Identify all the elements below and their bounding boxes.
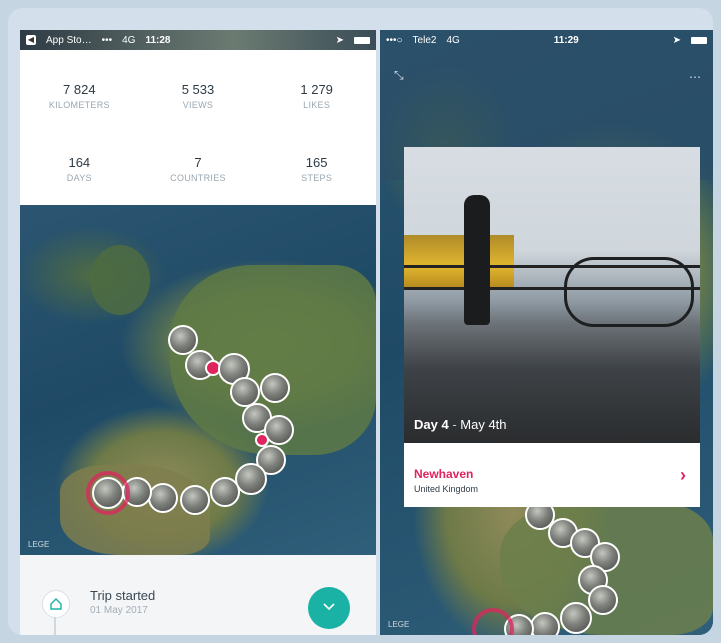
- status-time: 11:29: [553, 34, 579, 46]
- chevron-right-icon[interactable]: ›: [680, 465, 686, 486]
- status-network: 4G: [446, 34, 460, 46]
- expand-timeline-button[interactable]: [308, 587, 350, 629]
- trip-stats-screen: ◀ App Sto… ••• 4G 11:28 ➤ 7 824 KILOMETE…: [20, 30, 376, 635]
- step-day: Day 4: [414, 417, 449, 432]
- stat-label: KILOMETERS: [48, 100, 110, 111]
- trip-start-date: 01 May 2017: [90, 605, 148, 616]
- stat-steps: 165 STEPS: [257, 133, 376, 206]
- route-photo-marker[interactable]: [588, 585, 618, 615]
- stat-label: VIEWS: [182, 100, 214, 111]
- step-photo[interactable]: Day 4 - May 4th: [404, 147, 700, 443]
- ferry-shape: [404, 235, 514, 287]
- stat-value: 5 533: [181, 82, 215, 98]
- trip-started-label: Trip started: [90, 588, 156, 603]
- back-to-app-icon[interactable]: ◀: [26, 35, 36, 45]
- stat-likes: 1 279 LIKES: [257, 60, 376, 133]
- bicycle-shape: [564, 257, 694, 327]
- location-arrow-icon: ➤: [672, 34, 681, 46]
- status-network: 4G: [122, 34, 136, 46]
- cyclist-figure: [464, 195, 490, 325]
- route-photo-marker[interactable]: [180, 485, 210, 515]
- status-signal: •••: [101, 34, 113, 46]
- more-options-icon[interactable]: ⋯: [689, 70, 701, 84]
- stat-days: 164 DAYS: [20, 133, 139, 206]
- device-frame: ◀ App Sto… ••• 4G 11:28 ➤ 7 824 KILOMETE…: [8, 8, 713, 635]
- status-bar: ◀ App Sto… ••• 4G 11:28 ➤: [20, 30, 376, 50]
- battery-icon: [354, 36, 370, 44]
- stat-value: 164: [68, 154, 91, 170]
- trip-map[interactable]: LEGE: [20, 205, 376, 555]
- battery-icon: [691, 36, 707, 44]
- stat-value: 1 279: [300, 82, 333, 98]
- land-shape: [90, 245, 150, 315]
- stat-value: 7 824: [63, 82, 96, 98]
- route-photo-marker[interactable]: [560, 602, 592, 634]
- stat-label: STEPS: [301, 172, 333, 183]
- trip-start-marker[interactable]: [472, 608, 514, 635]
- stat-label: COUNTRIES: [170, 172, 226, 183]
- route-photo-marker[interactable]: [530, 612, 560, 635]
- stat-value: 165: [305, 154, 328, 170]
- map-credit: LEGE: [28, 540, 50, 549]
- step-detail-screen: LEGE •••○ Tele2 4G 11:29 ➤ ⤡ ⋯ Day 4 - M…: [380, 30, 713, 635]
- stat-countries: 7 COUNTRIES: [139, 133, 258, 206]
- route-photo-marker[interactable]: [92, 477, 124, 509]
- step-date: May 4th: [460, 417, 507, 432]
- chevron-down-icon: [322, 599, 336, 617]
- step-card[interactable]: Day 4 - May 4th Newhaven United Kingdom …: [404, 147, 700, 507]
- stat-value: 7: [194, 154, 202, 170]
- route-photo-marker[interactable]: [260, 373, 290, 403]
- house-icon: [42, 590, 70, 618]
- status-carrier: Tele2: [412, 34, 437, 46]
- collapse-arrows-icon[interactable]: ⤡: [394, 68, 404, 83]
- stat-label: LIKES: [303, 100, 331, 111]
- map-credit: LEGE: [388, 620, 410, 629]
- trip-timeline-panel: Trip started 01 May 2017: [20, 555, 376, 635]
- route-photo-marker[interactable]: [210, 477, 240, 507]
- status-signal: •••○: [386, 34, 403, 46]
- trip-stats-grid: 7 824 KILOMETERS 5 533 VIEWS 1 279 LIKES…: [20, 60, 376, 205]
- status-time: 11:28: [145, 34, 171, 46]
- stat-label: DAYS: [66, 172, 92, 183]
- step-place: Newhaven: [414, 467, 474, 481]
- stat-views: 5 533 VIEWS: [139, 60, 258, 133]
- step-country: United Kingdom: [414, 484, 479, 494]
- route-photo-marker[interactable]: [148, 483, 178, 513]
- stat-kilometers: 7 824 KILOMETERS: [20, 60, 139, 133]
- timeline-line: [54, 617, 56, 635]
- step-day-caption: Day 4 - May 4th: [414, 417, 507, 432]
- location-arrow-icon: ➤: [335, 34, 344, 46]
- status-bar: •••○ Tele2 4G 11:29 ➤: [380, 30, 713, 50]
- status-carrier: App Sto…: [46, 34, 92, 46]
